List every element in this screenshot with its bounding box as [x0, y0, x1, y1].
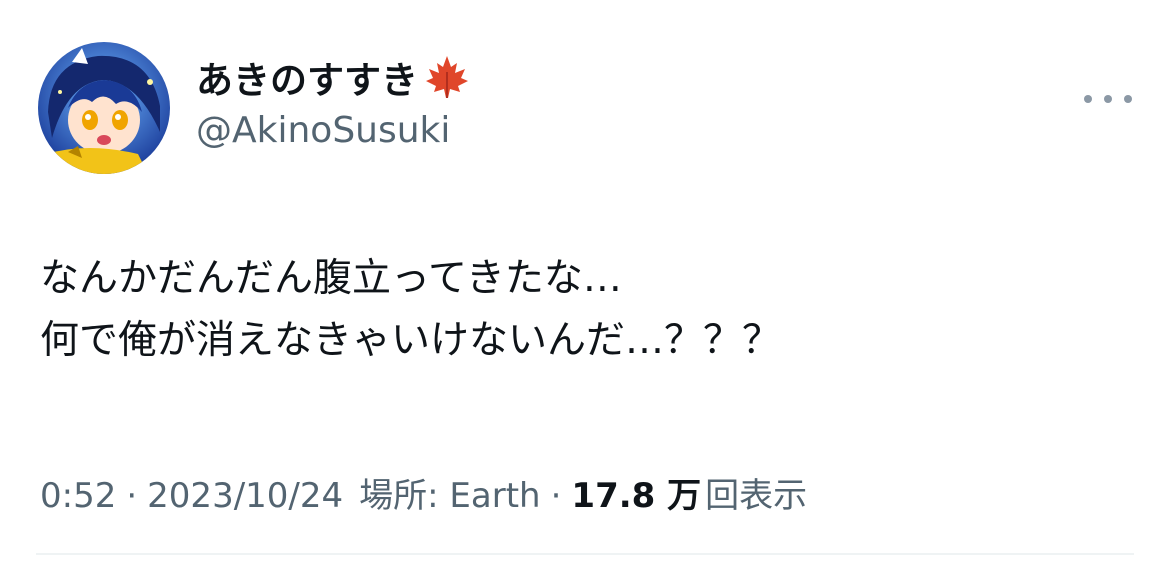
maple-leaf-icon	[424, 54, 470, 100]
views-count[interactable]: 17.8 万	[571, 468, 701, 517]
more-options-button[interactable]	[1084, 88, 1132, 110]
more-dot	[1084, 95, 1092, 103]
views-label: 回表示	[705, 476, 808, 516]
avatar[interactable]	[38, 42, 170, 174]
more-dot	[1104, 95, 1112, 103]
divider	[36, 553, 1134, 555]
tweet-text: なんかだんだん腹立ってきたな… 何で俺が消えなきゃいけないんだ…？？？	[40, 248, 1130, 372]
display-name-text: あきのすすき	[196, 59, 418, 102]
tweet-line: なんかだんだん腹立ってきたな…	[40, 256, 622, 301]
separator: ·	[126, 476, 138, 516]
tweet-time[interactable]: 0:52	[40, 476, 116, 516]
tweet-line: 何で俺が消えなきゃいけないんだ…？？？	[40, 318, 782, 363]
separator: ·	[550, 476, 562, 516]
more-dot	[1124, 95, 1132, 103]
tweet-date[interactable]: 2023/10/24	[147, 476, 343, 516]
user-handle[interactable]: @AkinoSusuki	[196, 110, 450, 151]
tweet-location[interactable]: 場所: Earth	[359, 468, 540, 517]
tweet-meta: 0:52 · 2023/10/24 場所: Earth · 17.8 万 回表示	[40, 468, 807, 517]
display-name[interactable]: あきのすすき	[196, 52, 470, 102]
